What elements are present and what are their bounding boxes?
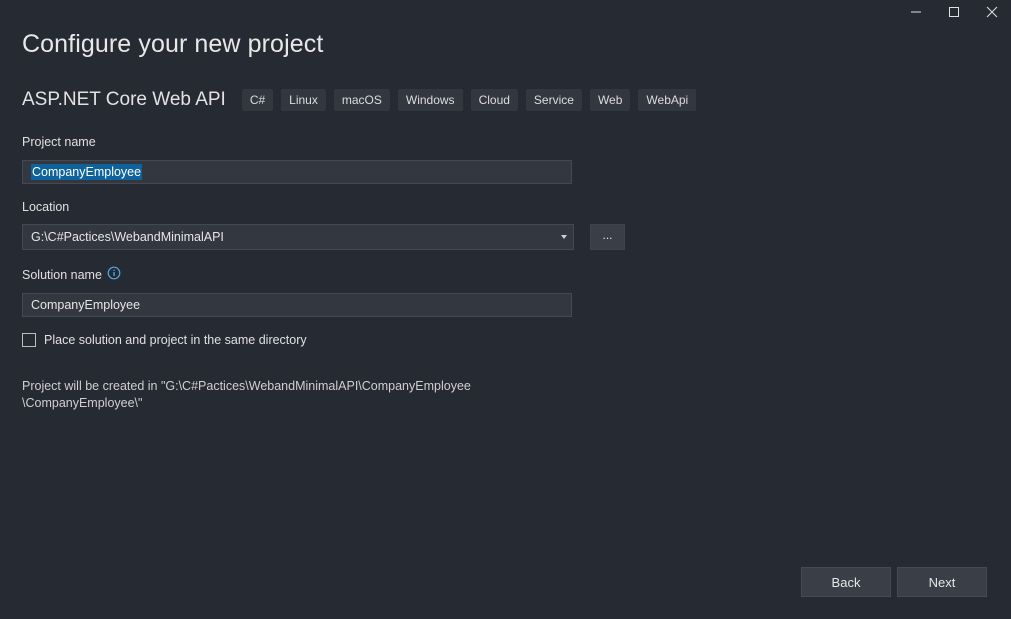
template-header: ASP.NET Core Web API C# Linux macOS Wind… — [22, 88, 697, 112]
solution-name-label-text: Solution name — [22, 268, 102, 282]
same-directory-option[interactable]: Place solution and project in the same d… — [22, 333, 307, 347]
close-button[interactable] — [973, 0, 1011, 24]
page-title: Configure your new project — [22, 30, 324, 58]
solution-name-input[interactable]: CompanyEmployee — [22, 293, 572, 317]
tag-windows: Windows — [397, 89, 463, 111]
tag-service: Service — [525, 89, 582, 111]
template-name: ASP.NET Core Web API — [22, 89, 226, 110]
project-name-input[interactable]: CompanyEmployee — [22, 160, 572, 184]
same-directory-label: Place solution and project in the same d… — [44, 333, 307, 347]
location-combobox[interactable]: G:\C#Pactices\WebandMinimalAPI — [22, 224, 574, 250]
tag-csharp: C# — [241, 89, 274, 111]
back-button[interactable]: Back — [801, 567, 891, 597]
tag-web: Web — [589, 89, 631, 111]
tag-cloud: Cloud — [470, 89, 518, 111]
chevron-down-icon[interactable] — [561, 235, 567, 239]
location-label: Location — [22, 200, 70, 214]
tag-webapi: WebApi — [638, 89, 697, 111]
project-path-info: Project will be created in "G:\C#Pactice… — [22, 378, 471, 412]
maximize-button[interactable] — [935, 0, 973, 24]
next-button[interactable]: Next — [897, 567, 987, 597]
info-icon[interactable] — [107, 266, 121, 283]
minimize-button[interactable] — [897, 0, 935, 24]
solution-name-value: CompanyEmployee — [31, 298, 141, 312]
window-controls — [897, 0, 1011, 24]
project-path-line-2: \CompanyEmployee\" — [22, 396, 143, 410]
template-tags: C# Linux macOS Windows Cloud Service Web… — [241, 89, 697, 111]
project-path-line-1: Project will be created in "G:\C#Pactice… — [22, 379, 471, 393]
location-value: G:\C#Pactices\WebandMinimalAPI — [31, 230, 224, 244]
same-directory-checkbox[interactable] — [22, 333, 36, 347]
project-name-value: CompanyEmployee — [31, 164, 143, 180]
project-name-label: Project name — [22, 135, 96, 149]
close-icon — [986, 6, 998, 18]
tag-macos: macOS — [333, 89, 390, 111]
minimize-icon — [911, 11, 921, 13]
solution-name-label: Solution name — [22, 266, 121, 283]
tag-linux: Linux — [281, 89, 326, 111]
browse-button[interactable]: ... — [590, 224, 625, 250]
maximize-icon — [949, 7, 959, 17]
